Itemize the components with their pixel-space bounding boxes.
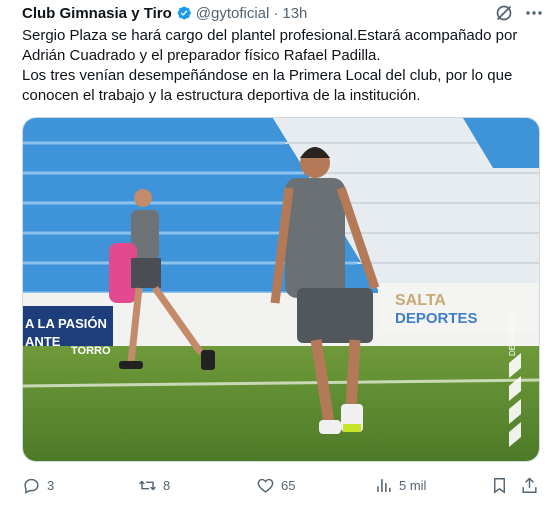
tweet-actions: 3 8 65 5 mil <box>0 472 559 498</box>
banner-right-line2: DEPORTES <box>395 310 478 327</box>
tweet-text-line: conocen el trabajo y la estructura depor… <box>22 87 421 104</box>
share-icon <box>522 476 537 493</box>
repost-count: 8 <box>163 477 171 493</box>
tweet-text-line: Adrián Cuadrado y el preparador físico R… <box>22 47 381 64</box>
author-handle[interactable]: @gytoficial <box>196 5 270 22</box>
reply-count: 3 <box>47 477 55 493</box>
repost-icon <box>139 480 156 490</box>
tweet-text-line: Los tres venían desempeñándose en la Pri… <box>22 67 513 84</box>
tweet-text: Sergio Plaza se hará cargo del plantel p… <box>22 26 542 106</box>
tweet-time[interactable]: 13h <box>282 5 307 22</box>
bookmark-button[interactable] <box>490 472 509 498</box>
repost-button[interactable]: 8 <box>138 472 170 498</box>
like-icon <box>257 478 274 493</box>
reply-button[interactable]: 3 <box>22 472 54 498</box>
separator-dot: · <box>273 4 279 22</box>
banner-left-line2: ANTE <box>25 334 61 349</box>
more-icon[interactable] <box>524 3 544 23</box>
view-count: 5 mil <box>399 477 427 493</box>
bookmark-icon <box>494 477 505 494</box>
like-count: 65 <box>281 477 296 493</box>
reply-icon <box>24 478 39 494</box>
like-button[interactable]: 65 <box>256 472 295 498</box>
photo-watermark: DEPORTES <box>508 312 517 356</box>
author-name[interactable]: Club Gimnasia y Tiro <box>22 5 172 22</box>
tweet-text-line: Sergio Plaza se hará cargo del plantel p… <box>22 27 518 44</box>
banner-left-brand: TORRO <box>71 345 111 357</box>
grok-icon[interactable] <box>494 3 514 23</box>
banner-left-line1: A LA PASIÓN <box>25 316 107 331</box>
tweet-header: Club Gimnasia y Tiro @gytoficial · 13h <box>22 4 307 22</box>
views-icon <box>377 478 391 492</box>
banner-right-line1: SALTA <box>395 292 446 309</box>
share-button[interactable] <box>520 472 539 498</box>
verified-badge-icon <box>176 5 192 21</box>
views-button[interactable]: 5 mil <box>374 472 426 498</box>
tweet-photo[interactable]: A LA PASIÓN ANTE TORRO SALTA DEPORTES DEPORTE… <box>22 117 540 462</box>
